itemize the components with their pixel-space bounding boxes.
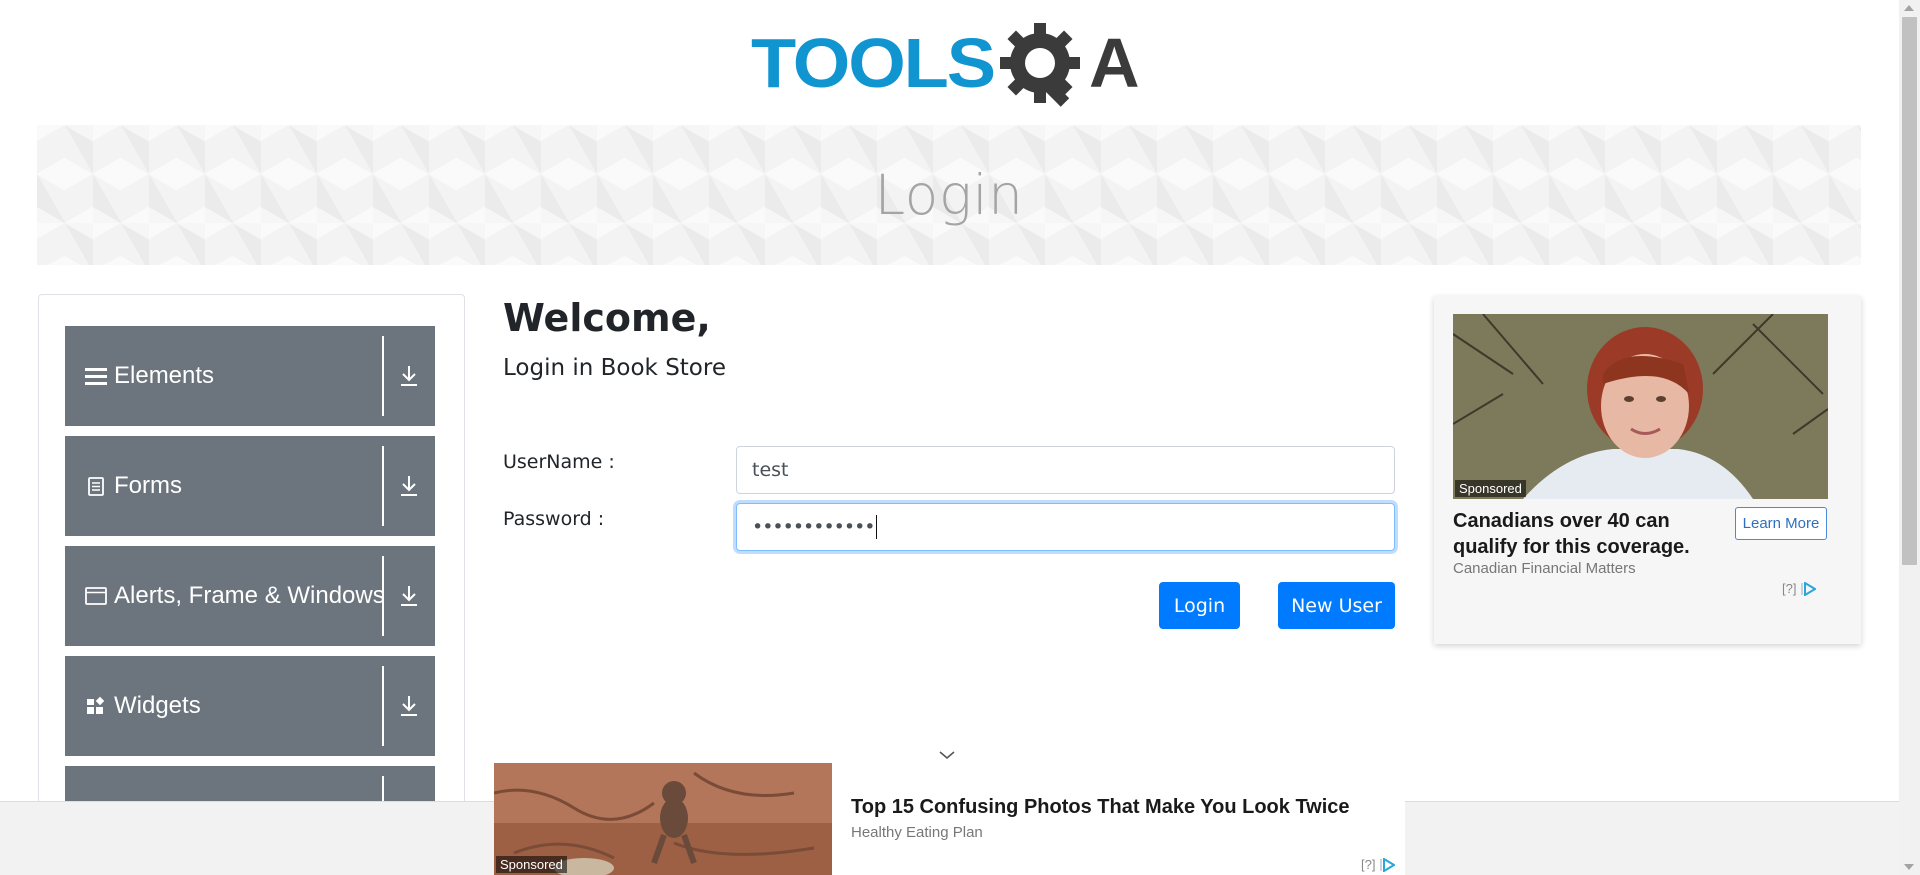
sidebar-group-elements[interactable]: Elements	[65, 326, 435, 426]
scrollbar-thumb[interactable]	[1902, 17, 1917, 565]
new-user-button[interactable]: New User	[1278, 582, 1395, 629]
ad-headline[interactable]: Top 15 Confusing Photos That Make You Lo…	[851, 796, 1350, 819]
download-icon[interactable]	[397, 326, 421, 426]
divider	[382, 666, 384, 746]
sidebar-group-label: Forms	[114, 472, 182, 499]
password-value: ••••••••••••	[752, 516, 875, 538]
page-title: Login	[874, 163, 1024, 227]
ad-info-link[interactable]: [?]	[1782, 581, 1796, 596]
login-button[interactable]: Login	[1159, 582, 1240, 629]
ad-source: Healthy Eating Plan	[851, 824, 983, 841]
download-icon[interactable]	[397, 656, 421, 756]
sponsored-tag: Sponsored	[496, 856, 567, 873]
divider	[382, 446, 384, 526]
document-icon	[85, 436, 107, 536]
sponsored-tag: Sponsored	[1455, 480, 1526, 497]
ad-image[interactable]: Sponsored	[494, 763, 832, 875]
logo-gear-icon	[1000, 23, 1080, 107]
widgets-grid-icon	[85, 656, 107, 756]
text-caret	[876, 515, 878, 539]
chevron-down-icon[interactable]	[937, 747, 957, 761]
login-subtitle: Login in Book Store	[503, 355, 726, 381]
scroll-up-arrow-icon[interactable]	[1904, 5, 1914, 11]
username-label: UserName :	[503, 451, 615, 473]
divider	[382, 556, 384, 636]
download-icon[interactable]	[397, 436, 421, 536]
sponsored-ad-bottom[interactable]: Sponsored Top 15 Confusing Photos That M…	[494, 763, 1405, 875]
scroll-down-arrow-icon[interactable]	[1904, 864, 1914, 870]
ad-choices[interactable]: [?]	[1361, 857, 1396, 872]
sidebar-group-forms[interactable]: Forms	[65, 436, 435, 536]
sponsored-ad-right[interactable]: Sponsored Canadians over 40 can qualify …	[1434, 296, 1861, 644]
adchoices-icon[interactable]	[1379, 857, 1396, 872]
sidebar-group-widgets[interactable]: Widgets	[65, 656, 435, 756]
ad-headline[interactable]: Canadians over 40 can qualify for this c…	[1453, 508, 1723, 560]
page-banner: Login	[37, 125, 1861, 265]
username-input[interactable]: test	[736, 446, 1395, 494]
vertical-scrollbar[interactable]	[1899, 0, 1920, 875]
welcome-heading: Welcome,	[503, 296, 711, 340]
window-icon	[85, 546, 107, 646]
ad-source: Canadian Financial Matters	[1453, 560, 1636, 577]
download-icon[interactable]	[397, 546, 421, 646]
logo-a-text: A	[1089, 24, 1140, 102]
logo-tools-text: TOOLS	[751, 24, 994, 102]
divider	[382, 336, 384, 416]
password-input[interactable]: ••••••••••••	[736, 503, 1395, 551]
sidebar-group-alerts-frame-windows[interactable]: Alerts, Frame & Windows	[65, 546, 435, 646]
adchoices-icon[interactable]	[1800, 581, 1817, 596]
toolsqa-logo[interactable]: TOOLS A	[749, 18, 1153, 118]
ad-image[interactable]: Sponsored	[1453, 314, 1828, 499]
learn-more-button[interactable]: Learn More	[1735, 507, 1827, 540]
sidebar-group-label: Elements	[114, 362, 215, 389]
hamburger-icon	[85, 326, 107, 426]
password-label: Password :	[503, 508, 605, 530]
sidebar-group-label: Widgets	[114, 692, 201, 719]
sidebar-group-label: Alerts, Frame & Windows	[114, 582, 385, 609]
ad-info-link[interactable]: [?]	[1361, 857, 1375, 872]
left-sidebar: Elements Forms Alerts, Frame & Windows W…	[38, 294, 465, 814]
ad-choices[interactable]: [?]	[1782, 581, 1817, 596]
username-value: test	[752, 459, 789, 481]
logo-graphic: TOOLS A	[751, 23, 1140, 107]
